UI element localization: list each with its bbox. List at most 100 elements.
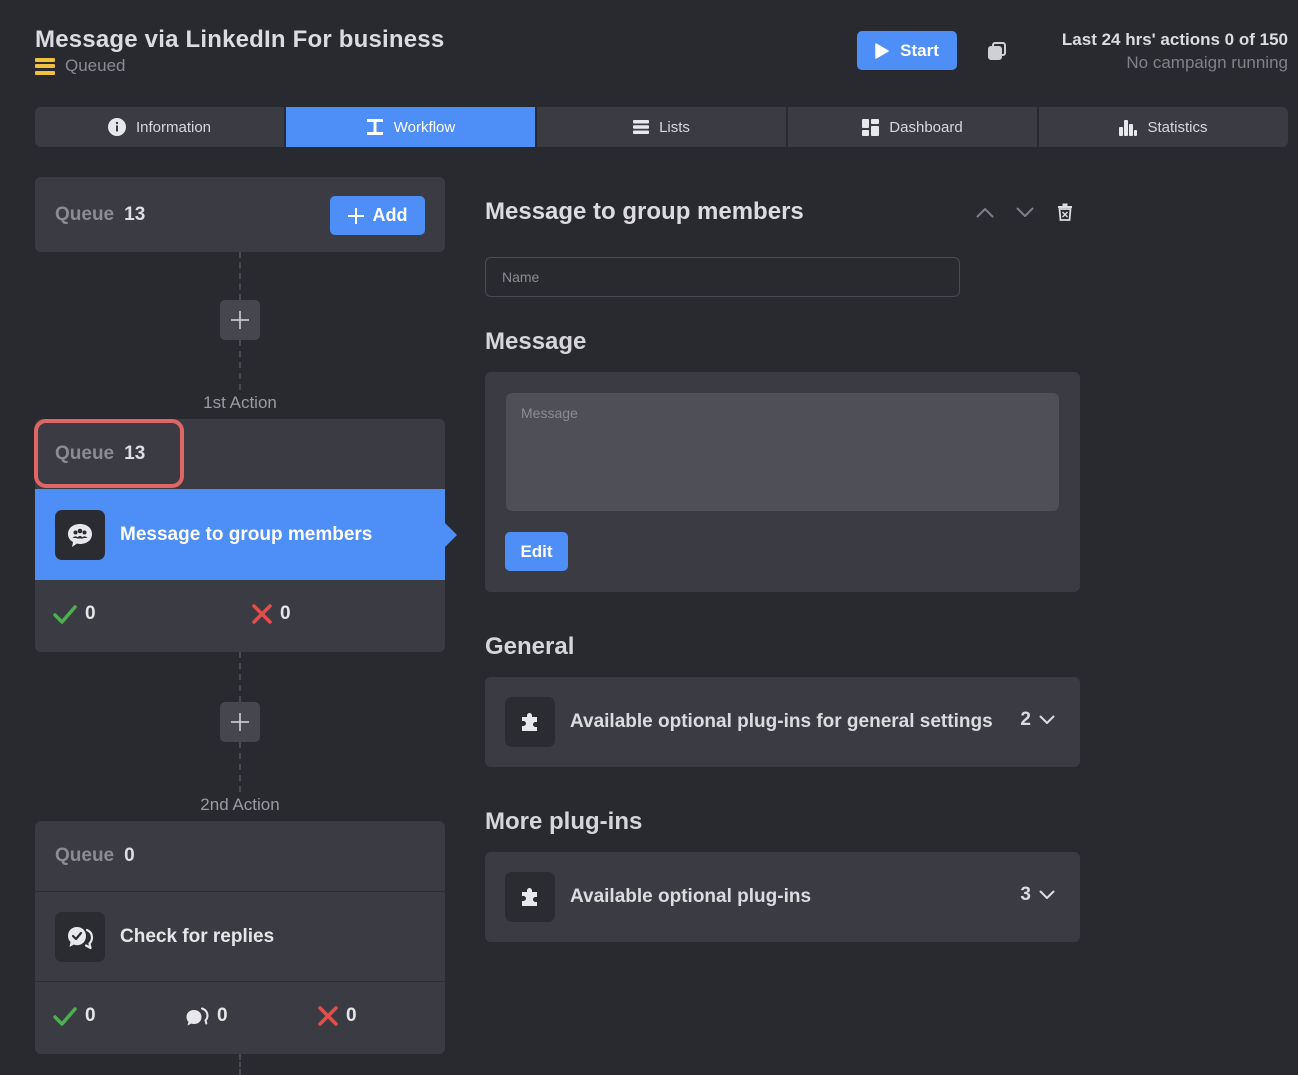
more-plugins-panel[interactable]: Available optional plug-ins 3 [485, 852, 1080, 942]
plugin-icon-box [505, 872, 555, 922]
delete-action-button[interactable] [1053, 200, 1077, 224]
success-count: 0 [85, 603, 96, 624]
action-icon-box [55, 911, 105, 962]
chevron-up-icon [976, 207, 994, 217]
add-label: Add [372, 205, 408, 225]
reply-bubble-icon [186, 1007, 209, 1026]
tab-bar: Information Workflow Lists Dashboard Sta… [35, 107, 1288, 147]
top-queue-card: Queue 13 Add [35, 177, 445, 252]
fail-count: 0 [280, 603, 291, 624]
tab-label: Workflow [393, 118, 456, 136]
success-stat: 0 [53, 603, 96, 625]
fail-stat: 0 [252, 603, 291, 625]
trash-icon [1058, 203, 1072, 221]
dashboard-icon [862, 118, 880, 136]
queue-count: 13 [124, 203, 146, 225]
tab-label: Information [135, 118, 212, 136]
status-text: Queued [65, 56, 126, 75]
plugin-count-value: 3 [1020, 884, 1031, 905]
connector-line [239, 340, 241, 390]
tab-dashboard[interactable]: Dashboard [788, 107, 1037, 147]
action-card-1: Queue 13 Message to group members 0 0 [35, 419, 457, 652]
insert-action-button[interactable] [220, 702, 260, 742]
tab-lists[interactable]: Lists [537, 107, 786, 147]
success-count: 0 [85, 1005, 96, 1026]
reply-count: 0 [217, 1005, 228, 1026]
plus-icon [231, 713, 249, 731]
actions-info: Last 24 hrs' actions 0 of 150 No campaig… [1062, 30, 1288, 73]
check-replies-icon [68, 926, 94, 949]
cross-icon [252, 604, 272, 624]
queue-label: Queue [55, 443, 115, 464]
action-name: Check for replies [120, 925, 275, 947]
more-plugins-section-title: More plug-ins [485, 808, 643, 835]
check-icon [53, 1007, 77, 1026]
tab-label: Lists [659, 118, 690, 136]
move-up-button[interactable] [973, 200, 997, 224]
fail-stat: 0 [318, 1005, 357, 1027]
message-textarea[interactable] [506, 393, 1059, 511]
plugin-count: 2 [1020, 709, 1055, 731]
success-stat: 0 [53, 1005, 96, 1027]
insert-action-button[interactable] [220, 300, 260, 340]
add-button[interactable]: Add [330, 196, 425, 235]
tab-label: Statistics [1147, 118, 1208, 136]
connector-line [239, 1054, 241, 1075]
queue-label: Queue [55, 845, 115, 866]
action-name: Message to group members [120, 523, 373, 545]
connector-line [239, 742, 241, 792]
queued-icon [35, 57, 55, 75]
connector-line [239, 252, 241, 300]
list-icon [633, 120, 650, 134]
action-stats: 0 0 [35, 580, 445, 650]
tab-information[interactable]: Information [35, 107, 284, 147]
workflow-icon [366, 119, 383, 135]
info-icon [107, 118, 126, 136]
plus-icon [347, 207, 364, 224]
action-stats: 0 0 0 [35, 982, 445, 1052]
campaign-running-status: No campaign running [1126, 53, 1288, 72]
action-item-check-replies[interactable]: Check for replies [35, 891, 445, 982]
queue-label: Queue [55, 203, 115, 225]
chevron-down-icon [1039, 715, 1055, 724]
action-step-label: 1st Action [203, 393, 277, 412]
action-card-2: Queue 0 Check for replies 0 0 0 [35, 821, 445, 1054]
tab-statistics[interactable]: Statistics [1039, 107, 1288, 147]
queue-row: Queue 13 [35, 419, 445, 489]
action-icon-box [55, 509, 105, 560]
chevron-down-icon [1016, 207, 1034, 217]
plugin-count: 3 [1020, 884, 1055, 906]
duplicate-icon[interactable] [986, 40, 1008, 62]
start-button[interactable]: Start [857, 31, 957, 70]
plugin-label: Available optional plug-ins [570, 886, 812, 907]
edit-button[interactable]: Edit [505, 532, 568, 571]
more-plugins-row[interactable]: Available optional plug-ins 3 [485, 852, 1080, 942]
start-label: Start [900, 40, 939, 60]
puzzle-icon [522, 713, 537, 731]
action-item-message-group[interactable]: Message to group members [35, 489, 457, 580]
action-name-input[interactable] [485, 257, 960, 297]
tab-workflow[interactable]: Workflow [286, 107, 535, 147]
fail-count: 0 [346, 1005, 357, 1026]
detail-title: Message to group members [485, 198, 804, 225]
reply-stat: 0 [185, 1005, 228, 1027]
general-plugins-panel[interactable]: Available optional plug-ins for general … [485, 677, 1080, 767]
move-down-button[interactable] [1013, 200, 1037, 224]
plugin-icon-box [505, 697, 555, 747]
daily-actions-count: Last 24 hrs' actions 0 of 150 [1061, 30, 1288, 49]
general-section-title: General [485, 633, 575, 660]
queue-row: Queue 0 [35, 821, 445, 891]
plus-icon [231, 311, 249, 329]
cross-icon [318, 1006, 338, 1026]
campaign-title: Message via LinkedIn For business [35, 26, 445, 53]
check-icon [53, 605, 77, 624]
campaign-status: Queued [35, 56, 126, 76]
plugin-count-value: 2 [1020, 709, 1031, 730]
bar-chart-icon [1119, 119, 1138, 136]
group-message-icon [68, 523, 92, 547]
action-step-label: 2nd Action [200, 795, 280, 814]
general-plugins-row[interactable]: Available optional plug-ins for general … [485, 677, 1080, 767]
queue-count: 13 [124, 443, 146, 464]
play-icon [875, 42, 889, 59]
tab-label: Dashboard [889, 118, 963, 136]
